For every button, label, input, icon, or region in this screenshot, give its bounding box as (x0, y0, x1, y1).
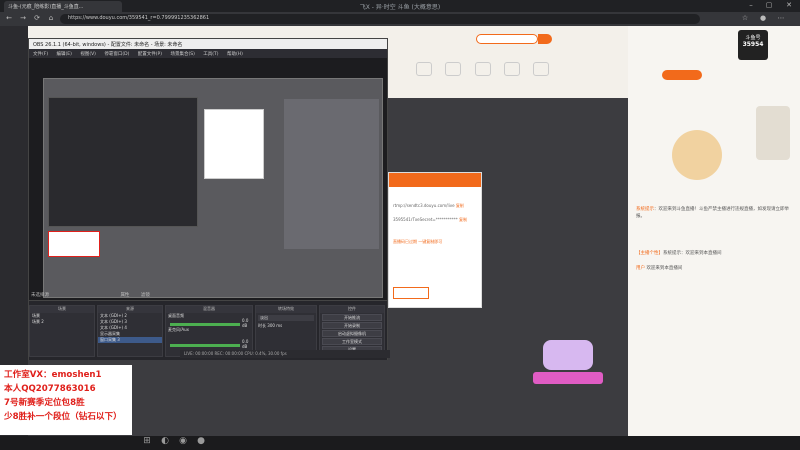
obs-menu-help[interactable]: 帮助(H) (227, 52, 243, 57)
gift-promo-banner[interactable] (528, 340, 608, 400)
favorites-icon[interactable]: ☆ (740, 14, 750, 24)
window-title: 飞X - 异·时空 斗鱼 (大概意思) (359, 4, 441, 11)
chat-message: 系统提示：欢迎来到斗鱼直播！斗鱼严禁主播进行违规直播，如发现请立即举报。 (636, 207, 789, 219)
site-search-input[interactable] (476, 34, 538, 44)
side-ad[interactable] (756, 106, 790, 160)
obs-menu-file[interactable]: 文件(F) (33, 52, 48, 57)
studio-mode-button[interactable]: 工作室模式 (322, 338, 382, 345)
obs-source-toolbar: 未选择源 属性 滤镜 (31, 292, 211, 300)
maximize-icon[interactable]: ▢ (762, 1, 776, 11)
chat-message: 用户 欢迎来到本直播间 (636, 266, 683, 271)
room-id-number: 35954 (742, 41, 764, 48)
copy-button[interactable]: 复制 (456, 203, 464, 208)
mixer-track-name: 桌面音频 (168, 313, 184, 318)
forward-icon[interactable]: → (18, 14, 28, 24)
search-icon[interactable] (538, 34, 552, 44)
header-nav-icons[interactable] (410, 58, 620, 88)
modal-action-button[interactable] (393, 287, 429, 299)
follow-button[interactable] (662, 70, 702, 80)
back-icon[interactable]: ← (4, 14, 14, 24)
promo-overlay: 工作室VX：emoshen1 本人QQ2077863016 7号新赛季定位包8胜… (0, 365, 132, 435)
obs-menu-edit[interactable]: 编辑(E) (57, 52, 72, 57)
start-icon[interactable]: ⊞ (140, 436, 154, 450)
obs-preview[interactable] (29, 58, 387, 300)
promo-line: 少8胜补一个段位（钻石以下） (4, 412, 122, 422)
obs-menu-profile[interactable]: 配置文件(P) (138, 52, 162, 57)
mixer-track-name: 麦克风/Aux (168, 327, 189, 332)
promo-line: 工作室VX：emoshen1 (4, 370, 102, 380)
virtual-camera-button[interactable]: 启动虚拟摄像机 (322, 330, 382, 337)
sources-dock-title: 来源 (98, 306, 162, 313)
start-streaming-button[interactable]: 开始推流 (322, 314, 382, 321)
browser-tab[interactable]: 斗鱼-(元痕_陪练影)直播_斗鱼直... (4, 1, 122, 12)
modal-header (389, 173, 481, 187)
no-source-label: 未选择源 (31, 293, 49, 298)
mixer-level: 0.0 dB (242, 339, 249, 349)
volume-meter (170, 344, 240, 347)
nested-modal (204, 109, 264, 179)
properties-button[interactable]: 属性 (120, 293, 129, 298)
obs-menu-docks[interactable]: 停靠窗口(D) (104, 52, 129, 57)
source-item-selected[interactable]: 窗口采集 3 (98, 337, 162, 343)
mixer-level: 0.0 dB (242, 318, 249, 328)
promo-line: 本人QQ2077863016 (4, 384, 96, 394)
url-input[interactable]: https://www.douyu.com/359541_r=0.7999912… (60, 14, 700, 24)
volume-meter (170, 323, 240, 326)
start-recording-button[interactable]: 开始录制 (322, 322, 382, 329)
obs-menu-bar: 文件(F) 编辑(E) 视图(V) 停靠窗口(D) 配置文件(P) 场景集合(S… (29, 49, 387, 58)
copy-button[interactable]: 复制 (459, 217, 467, 222)
obs-window[interactable]: OBS 26.1.1 (64-bit, windows) - 配置文件: 未命名… (28, 38, 388, 360)
scenes-dock-title: 场景 (30, 306, 94, 313)
menu-icon[interactable]: ⋯ (776, 14, 786, 24)
transition-duration[interactable]: 时长 300 ms (256, 323, 316, 329)
taskbar: ⊞ ◐ ◉ ● (0, 436, 800, 450)
nested-page (284, 99, 379, 249)
chat-message: 【主播个性】系统提示：欢迎来到本直播间 (636, 251, 722, 256)
filters-button[interactable]: 滤镜 (141, 293, 150, 298)
transition-select[interactable]: 淡出 (258, 315, 314, 321)
transitions-dock-title: 转场特效 (256, 306, 316, 313)
obs-status-bar: LIVE: 00:00:00 REC: 00:00:00 CPU: 0.4%, … (180, 350, 390, 358)
mascot-image (672, 130, 722, 180)
scene-item[interactable]: 场景 2 (30, 319, 94, 325)
promo-line: 7号新赛季定位包8胜 (4, 398, 85, 408)
obs-menu-view[interactable]: 视图(V) (80, 52, 96, 57)
rtmp-address: rtmp://sendtc3.douyu.com/live 复制 (393, 203, 464, 208)
scenes-dock: 场景 场景 场景 2 (29, 305, 95, 357)
obs-menu-tools[interactable]: 工具(T) (203, 52, 218, 57)
reload-icon[interactable]: ⟳ (32, 14, 42, 24)
stream-key-modal: rtmp://sendtc3.douyu.com/live 复制 3595541… (388, 172, 482, 308)
obs-taskbar-icon[interactable]: ◉ (176, 436, 190, 450)
nested-promo (48, 231, 100, 257)
modal-hint: 直播码已过期 一键复制即可 (393, 239, 443, 244)
chat-list: 系统提示：欢迎来到斗鱼直播！斗鱼严禁主播进行违规直播，如发现请立即举报。 【主播… (636, 206, 796, 326)
browser-taskbar-icon[interactable]: ◐ (158, 436, 172, 450)
obs-menu-scene-collection[interactable]: 场景集合(S) (170, 52, 194, 57)
app-taskbar-icon[interactable]: ● (194, 436, 208, 450)
close-icon[interactable]: ✕ (782, 1, 796, 11)
minimize-icon[interactable]: – (744, 1, 758, 11)
obs-preview-canvas[interactable] (43, 78, 383, 298)
mixer-dock-title: 混音器 (166, 306, 252, 313)
profile-icon[interactable]: ● (758, 14, 768, 24)
stream-key: 3595541rTxeSecret=*********** 复制 (393, 217, 468, 222)
controls-dock-title: 控件 (320, 306, 384, 313)
obs-title-bar: OBS 26.1.1 (64-bit, windows) - 配置文件: 未命名… (29, 39, 387, 49)
sources-dock: 来源 文本 (GDI+) 2 文本 (GDI+) 3 文本 (GDI+) 4 显… (97, 305, 163, 357)
room-id-label: 斗鱼号 (745, 35, 761, 41)
room-id-badge: 斗鱼号 35954 (738, 30, 768, 60)
nested-preview (48, 97, 198, 227)
home-icon[interactable]: ⌂ (46, 14, 56, 24)
